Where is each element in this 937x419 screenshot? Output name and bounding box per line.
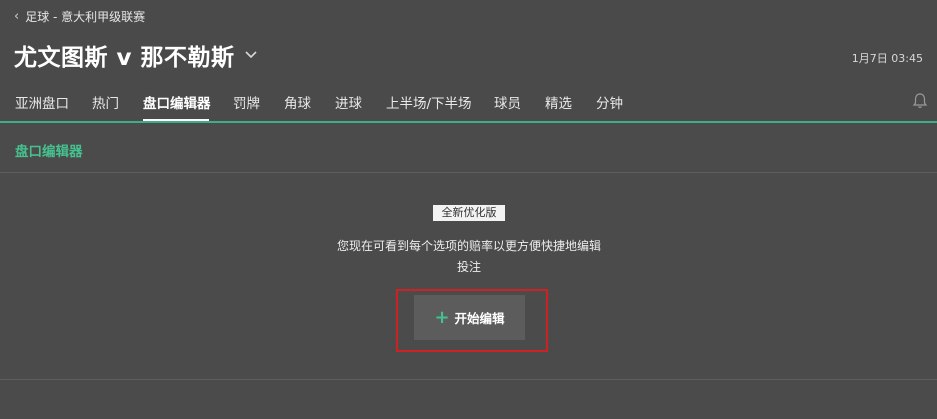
tab-asian-handicap[interactable]: 亚洲盘口 — [15, 92, 69, 112]
bell-icon[interactable] — [912, 92, 928, 110]
tab-featured[interactable]: 精选 — [545, 92, 572, 112]
start-editing-button[interactable]: + 开始编辑 — [414, 295, 525, 340]
tab-popular[interactable]: 热门 — [92, 92, 119, 112]
promo-description-line-1: 您现在可看到每个选项的赔率以更方便快捷地编辑 — [336, 239, 601, 253]
section-title: 盘口编辑器 — [15, 144, 83, 160]
chevron-left-icon: ‹ — [14, 9, 20, 24]
breadcrumb-label: 足球 - 意大利甲级联赛 — [25, 10, 146, 24]
tab-minutes[interactable]: 分钟 — [596, 92, 623, 112]
tab-goals[interactable]: 进球 — [335, 92, 362, 112]
match-header: ‹ 足球 - 意大利甲级联赛 尤文图斯 v 那不勒斯 1月7日 03:45 亚洲… — [0, 0, 937, 123]
tab-corners[interactable]: 角球 — [284, 92, 311, 112]
bet-builder-section-header: 盘口编辑器 — [0, 123, 937, 173]
chevron-down-icon — [244, 51, 257, 59]
match-title: 尤文图斯 v 那不勒斯 — [14, 45, 235, 71]
next-section — [0, 381, 937, 419]
start-editing-label: 开始编辑 — [454, 311, 505, 326]
breadcrumb[interactable]: ‹ 足球 - 意大利甲级联赛 — [14, 8, 145, 25]
match-datetime: 1月7日 03:45 — [851, 52, 923, 65]
promo-description-line-2: 投注 — [456, 260, 481, 274]
bet-builder-promo: 全新优化版 您现在可看到每个选项的赔率以更方便快捷地编辑 投注 + 开始编辑 — [0, 174, 937, 380]
new-version-badge: 全新优化版 — [433, 205, 505, 221]
tab-bet-builder[interactable]: 盘口编辑器 — [143, 92, 211, 112]
active-tab-indicator — [143, 119, 209, 121]
plus-icon: + — [434, 306, 450, 328]
market-tabs: 亚洲盘口 热门 盘口编辑器 罚牌 角球 进球 上半场/下半场 球员 精选 分钟 — [0, 82, 937, 123]
tab-halves[interactable]: 上半场/下半场 — [386, 92, 472, 112]
promo-description: 您现在可看到每个选项的赔率以更方便快捷地编辑 投注 — [320, 236, 618, 278]
tab-players[interactable]: 球员 — [494, 92, 521, 112]
tab-cards[interactable]: 罚牌 — [233, 92, 260, 112]
match-title-selector[interactable]: 尤文图斯 v 那不勒斯 — [14, 38, 259, 72]
